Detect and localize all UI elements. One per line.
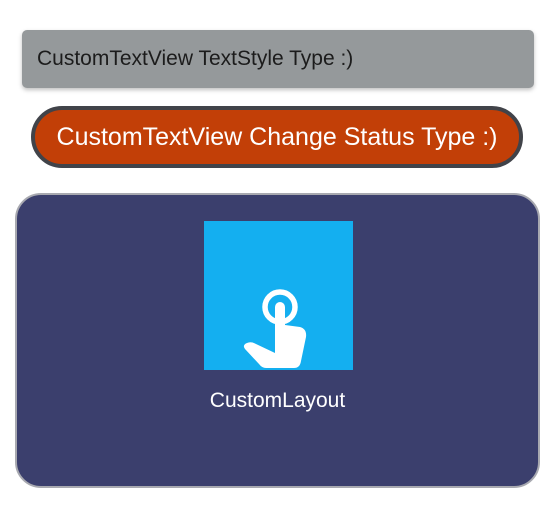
touch-app-icon	[243, 289, 307, 368]
icon-tile	[204, 221, 353, 370]
custom-layout-label: CustomLayout	[209, 389, 346, 412]
change-status-label: CustomTextView Change Status Type :)	[56, 122, 498, 151]
change-status-view[interactable]: CustomTextView Change Status Type :)	[31, 106, 523, 168]
custom-layout[interactable]: CustomLayout	[15, 193, 540, 488]
text-style-label: CustomTextView TextStyle Type :)	[37, 47, 354, 70]
text-style-view: CustomTextView TextStyle Type :)	[22, 30, 534, 88]
